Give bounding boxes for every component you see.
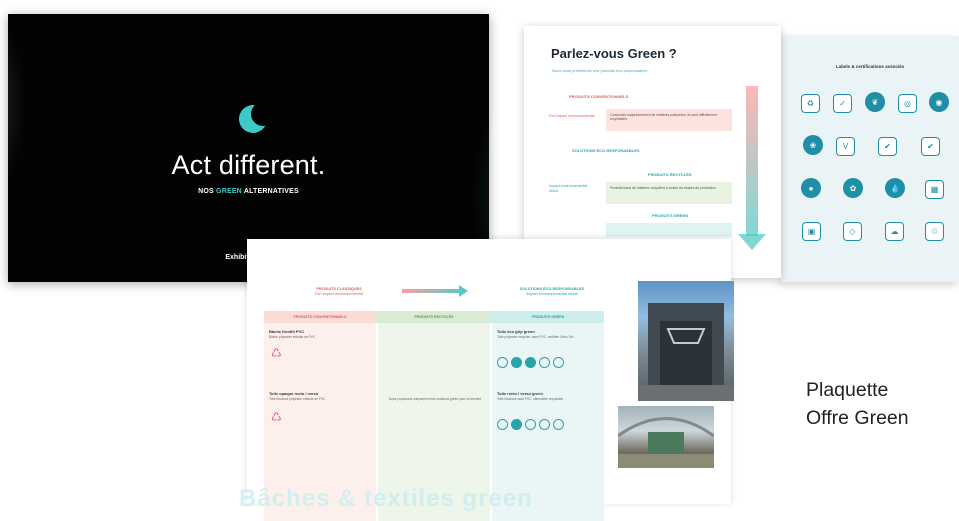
transition-arrow bbox=[402, 289, 462, 293]
recycle-icon: ♺ bbox=[271, 410, 282, 424]
building-illustration bbox=[638, 303, 734, 401]
recycle-icon: ♲ bbox=[925, 222, 944, 241]
leaf-icon: ❦ bbox=[865, 92, 885, 112]
label-icon bbox=[497, 357, 508, 368]
impact-high-label: Fort impact environnemental bbox=[549, 114, 595, 118]
row2-col3-text: Toile blockout sans PVC, alternative rec… bbox=[497, 397, 564, 401]
right-title-sub: Impact environnemental réduit bbox=[526, 291, 578, 296]
transition-arrow-head bbox=[459, 285, 468, 297]
label-icon bbox=[525, 419, 536, 430]
oeko-tex-icon: ✓ bbox=[833, 94, 852, 113]
recycle-icon bbox=[553, 419, 564, 430]
row1-col3-title: Toile éco grip green bbox=[497, 329, 535, 334]
station-photo bbox=[618, 406, 714, 468]
page-title: Parlez-vous Green ? bbox=[551, 46, 677, 61]
row1-label-icons bbox=[497, 357, 564, 368]
green-header: PRODUITS GREEN bbox=[652, 213, 689, 218]
vinyl-icon: V bbox=[836, 137, 855, 156]
leaf-icon: ✿ bbox=[843, 178, 863, 198]
free-pvc-icon: ◎ bbox=[898, 94, 917, 113]
left-title: PRODUITS CLASSIQUES Fort impact environn… bbox=[279, 287, 399, 297]
row2-col1-text: Toile blockout polyester enduite de PVC bbox=[269, 397, 326, 401]
recycled-header: PRODUITS RECYCLÉS bbox=[648, 172, 692, 177]
circle-label-icon: ◉ bbox=[929, 92, 949, 112]
row2-col1-title: Toile opaque recto / verso bbox=[269, 391, 319, 396]
conventional-box: Composés majoritairement de matières pol… bbox=[606, 109, 732, 131]
row2-label-icons bbox=[497, 419, 564, 430]
impact-arrow-head bbox=[738, 234, 766, 250]
impact-low-label: Impact environnemental réduit bbox=[549, 184, 588, 193]
subtitle-pre: NOS bbox=[198, 188, 214, 195]
recycle-icon: ♻ bbox=[801, 94, 820, 113]
page-subtitle: Nous vous présentons nos produits éco-re… bbox=[552, 68, 648, 73]
recycled-box: Produits issus de matières recyclées à t… bbox=[606, 182, 732, 204]
building-photo bbox=[638, 281, 734, 401]
left-title-sub: Fort impact environnemental bbox=[314, 291, 364, 296]
caption: Plaquette Offre Green bbox=[806, 376, 909, 432]
station-illustration bbox=[618, 417, 714, 468]
caption-line2: Offre Green bbox=[806, 407, 909, 429]
labels-certifications-page: Labels & certifications associés ♻ ✓ ❦ ◎… bbox=[781, 36, 959, 282]
caption-line1: Plaquette bbox=[806, 379, 889, 401]
label-icon bbox=[539, 357, 550, 368]
row1-col1-text: Bâche polyester enduite de PVC bbox=[269, 335, 316, 339]
bag-icon: ◇ bbox=[843, 222, 862, 241]
labels-title: Labels & certifications associés bbox=[835, 64, 905, 69]
label-icon bbox=[539, 419, 550, 430]
col2-text: Nous proposons uniquement des solutions … bbox=[388, 397, 482, 401]
check-label-icon: ✔ bbox=[921, 137, 940, 156]
drop-icon: ● bbox=[801, 178, 821, 198]
check-label-icon: ✔ bbox=[878, 137, 897, 156]
col1-header: PRODUITS CONVENTIONNELS bbox=[293, 315, 347, 319]
col2-header: PRODUITS RECYCLÉS bbox=[414, 315, 454, 319]
row1-col3-text: Toile polyester recyclée, sans PVC, cert… bbox=[497, 335, 574, 339]
subtitle-post: ALTERNATIVES bbox=[243, 188, 299, 195]
impact-arrow bbox=[746, 86, 758, 236]
row1-col1-title: Bâche frontlit PVC bbox=[269, 329, 305, 334]
box-icon: ▣ bbox=[802, 222, 821, 241]
slide-title: Act different. bbox=[171, 150, 326, 180]
label-icon bbox=[511, 357, 522, 368]
green-box bbox=[606, 223, 732, 237]
subtitle-green: GREEN bbox=[216, 188, 242, 195]
eco-header: SOLUTIONS ÉCO-RESPONSABLES bbox=[572, 148, 640, 153]
recycle-icon bbox=[553, 357, 564, 368]
fsc-icon: ❀ bbox=[803, 135, 823, 155]
label-icon bbox=[525, 357, 536, 368]
cloud-icon: ☁ bbox=[885, 222, 904, 241]
grid-icon: ▦ bbox=[925, 180, 944, 199]
col3-header: PRODUITS GREEN bbox=[531, 315, 565, 319]
right-title: SOLUTIONS ÉCO-RESPONSABLES Impact enviro… bbox=[487, 287, 617, 297]
recycle-icon: ♺ bbox=[271, 346, 282, 360]
label-icon bbox=[511, 419, 522, 430]
slide-subtitle: NOS GREEN ALTERNATIVES bbox=[8, 188, 489, 195]
bottom-heading: Bâches & textiles green bbox=[239, 485, 533, 512]
drop-icon: 💧 bbox=[885, 178, 905, 198]
conventional-header: PRODUITS CONVENTIONNELS bbox=[569, 94, 629, 99]
row2-col3-title: Toile recto / verso green bbox=[497, 391, 543, 396]
label-icon bbox=[497, 419, 508, 430]
